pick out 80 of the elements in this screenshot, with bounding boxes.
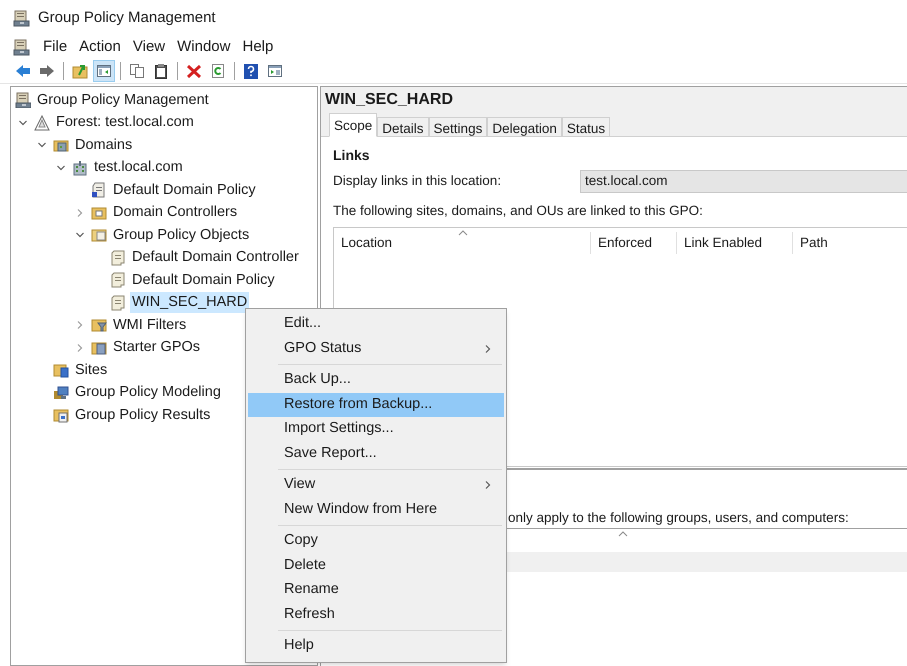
chevron-right-icon[interactable] bbox=[75, 208, 85, 218]
tab[interactable]: Details bbox=[377, 117, 429, 137]
tree-item[interactable]: Default Domain Controller bbox=[130, 247, 301, 268]
triangle-icon bbox=[34, 114, 50, 131]
tree-item[interactable]: Domain Controllers bbox=[111, 202, 240, 224]
chevron-right-icon[interactable] bbox=[75, 320, 85, 330]
menu-item[interactable]: File bbox=[38, 36, 72, 58]
folder-icon bbox=[91, 340, 107, 356]
copy-icon[interactable] bbox=[129, 62, 145, 78]
menu-item[interactable]: Rename bbox=[248, 578, 504, 602]
menu-item[interactable]: Delete bbox=[248, 554, 504, 578]
refresh-icon[interactable] bbox=[210, 62, 226, 78]
clipboard-icon[interactable] bbox=[153, 62, 169, 78]
scroll-icon bbox=[110, 294, 126, 311]
building-icon bbox=[72, 160, 88, 176]
console-icon[interactable] bbox=[13, 38, 30, 56]
menu-item[interactable]: Edit... bbox=[248, 312, 504, 336]
chevron-down-icon[interactable] bbox=[18, 118, 28, 128]
pane-title: WIN_SEC_HARD bbox=[324, 90, 454, 110]
chevron-right-icon[interactable] bbox=[75, 342, 85, 353]
menu-item[interactable]: Window bbox=[172, 36, 236, 58]
tree-item[interactable]: test.local.com bbox=[92, 157, 185, 178]
chevron-down-icon[interactable] bbox=[56, 162, 66, 173]
computer-icon bbox=[53, 384, 69, 401]
console-icon bbox=[15, 92, 31, 108]
tree-item[interactable]: Sites bbox=[73, 360, 110, 381]
tree-item[interactable]: Default Domain Policy bbox=[130, 270, 277, 291]
window-title: Group Policy Management bbox=[38, 8, 216, 28]
folder-icon bbox=[91, 204, 107, 221]
column-header[interactable]: Location bbox=[334, 232, 591, 254]
tree-item[interactable]: Group Policy Results bbox=[73, 404, 212, 426]
console-icon bbox=[13, 10, 30, 26]
folder-icon bbox=[91, 317, 107, 334]
tree-item[interactable]: Starter GPOs bbox=[111, 337, 202, 358]
tab[interactable]: Scope bbox=[329, 113, 378, 137]
folder-up-icon[interactable] bbox=[72, 62, 88, 78]
tree-item[interactable]: Group Policy Objects bbox=[111, 224, 252, 246]
menu-item[interactable]: View bbox=[128, 36, 170, 58]
menu-item[interactable]: Restore from Backup... bbox=[248, 392, 504, 417]
tree-item[interactable]: Default Domain Policy bbox=[111, 180, 258, 201]
scroll-icon bbox=[110, 250, 126, 266]
help-icon[interactable] bbox=[243, 62, 259, 78]
folder-icon bbox=[53, 407, 69, 424]
menu-item[interactable]: Refresh bbox=[248, 602, 504, 627]
back-arrow-icon[interactable] bbox=[15, 62, 31, 78]
column-header[interactable]: Link Enabled bbox=[677, 232, 793, 254]
forward-arrow-icon[interactable] bbox=[39, 62, 55, 78]
menu-item[interactable]: Import Settings... bbox=[248, 417, 504, 442]
description-text: only apply to the following groups, users, and computers: bbox=[508, 510, 849, 526]
tree-item[interactable]: Domains bbox=[73, 134, 134, 156]
tree-item[interactable]: Group Policy Modeling bbox=[73, 382, 223, 404]
close-icon[interactable] bbox=[186, 62, 202, 78]
panel-icon[interactable] bbox=[96, 62, 112, 78]
location-dropdown[interactable]: test.local.com bbox=[580, 170, 907, 193]
menu-item[interactable]: Help bbox=[237, 36, 278, 58]
tree-item[interactable]: WIN_SEC_HARD bbox=[130, 292, 250, 314]
scroll-icon bbox=[110, 272, 126, 288]
menu-item[interactable]: Action bbox=[74, 36, 126, 58]
menu-item[interactable]: Save Report... bbox=[248, 442, 504, 466]
description-text: The following sites, domains, and OUs are linked to this GPO: bbox=[333, 202, 704, 220]
tree-item[interactable]: WMI Filters bbox=[111, 314, 188, 336]
menu-item[interactable]: View bbox=[248, 473, 504, 498]
tab[interactable]: Delegation bbox=[487, 117, 562, 137]
section-heading: Links bbox=[333, 146, 371, 165]
menu-item[interactable]: Help bbox=[248, 634, 504, 658]
tree-item[interactable]: Forest: test.local.com bbox=[54, 112, 196, 134]
menu-item[interactable]: GPO Status bbox=[248, 336, 504, 361]
document-icon bbox=[91, 182, 107, 198]
field-label: Display links in this location: bbox=[333, 172, 502, 190]
menu-item[interactable]: New Window from Here bbox=[248, 498, 504, 522]
folder-icon bbox=[53, 362, 69, 378]
menu-item[interactable]: Back Up... bbox=[248, 368, 504, 392]
folder-icon bbox=[91, 227, 107, 244]
column-header[interactable]: Enforced bbox=[591, 232, 677, 254]
tree-item[interactable]: Group Policy Management bbox=[35, 90, 211, 111]
tab[interactable]: Status bbox=[562, 117, 610, 137]
panel-icon[interactable] bbox=[267, 62, 283, 78]
menu-item[interactable]: Copy bbox=[248, 529, 504, 554]
tab[interactable]: Settings bbox=[428, 117, 488, 137]
column-header[interactable]: Path bbox=[793, 232, 907, 254]
